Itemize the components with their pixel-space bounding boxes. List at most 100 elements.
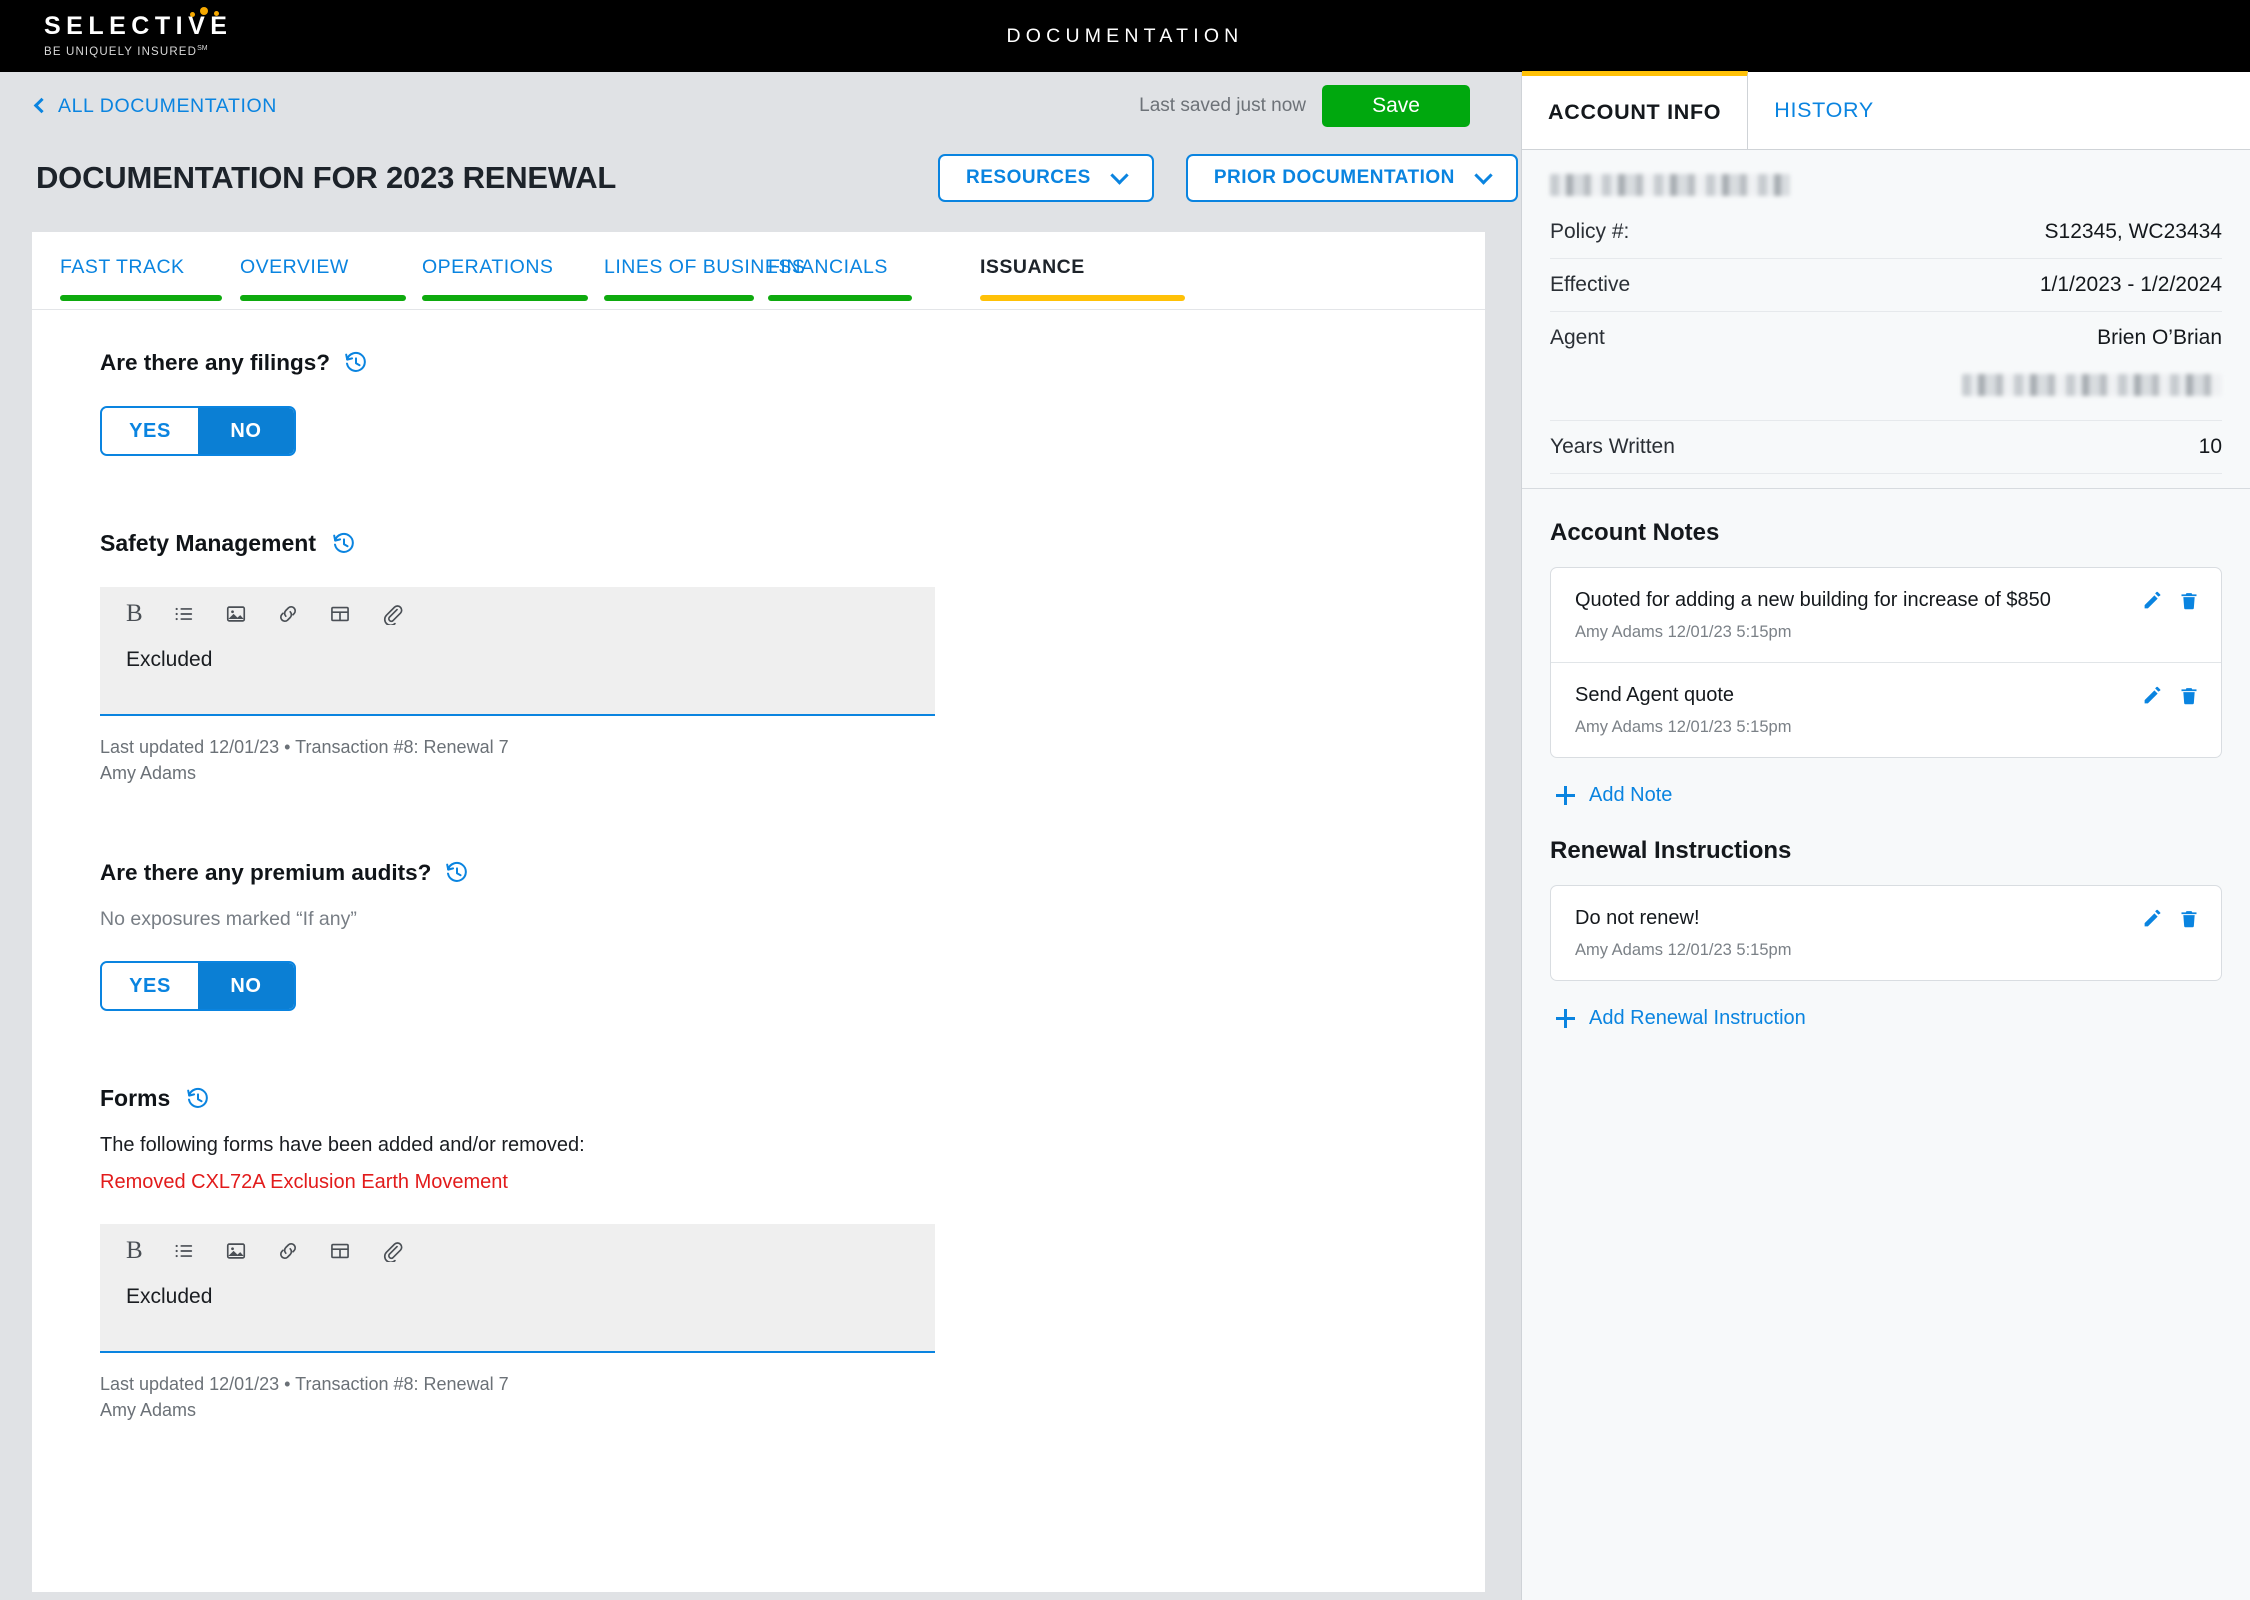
sidebar-body: Policy #: S12345, WC23434 Effective 1/1/… — [1522, 174, 2250, 1030]
forms-heading-row: Forms — [100, 1085, 1485, 1112]
renewal-instructions-title: Renewal Instructions — [1550, 837, 1792, 864]
resources-dropdown-button[interactable]: RESOURCES — [938, 154, 1154, 202]
safety-meta-line-1: Last updated 12/01/23 • Transaction #8: … — [100, 737, 509, 757]
image-icon[interactable] — [225, 1240, 247, 1262]
link-icon[interactable] — [277, 603, 299, 625]
sidebar-divider — [1522, 488, 2250, 489]
filings-yes-no-toggle[interactable]: YES NO — [100, 406, 296, 456]
tab-lines-of-business[interactable]: LINES OF BUSINESS — [604, 256, 805, 301]
tab-lines-of-business-status-bar — [604, 295, 754, 301]
note-actions — [2142, 683, 2199, 706]
tab-operations[interactable]: OPERATIONS — [422, 256, 588, 301]
tab-history[interactable]: HISTORY — [1748, 72, 1900, 149]
premium-audits-yes-no-toggle[interactable]: YES NO — [100, 961, 296, 1012]
forms-text[interactable]: Excluded — [100, 1271, 935, 1351]
attachment-icon[interactable] — [381, 1240, 403, 1262]
plus-icon — [1556, 786, 1575, 805]
bullet-list-icon[interactable] — [173, 1240, 195, 1262]
trash-icon[interactable] — [2179, 591, 2199, 611]
safety-management-heading: Safety Management — [100, 530, 317, 556]
history-clock-icon[interactable] — [186, 1087, 210, 1111]
tab-issuance-status-bar — [980, 295, 1185, 301]
trash-icon[interactable] — [2179, 909, 2199, 929]
tab-fast-track-label: FAST TRACK — [60, 256, 185, 278]
filings-question-label: Are there any filings? — [100, 350, 331, 375]
pencil-icon[interactable] — [2142, 590, 2163, 611]
table-icon[interactable] — [329, 603, 351, 625]
tab-issuance-label: ISSUANCE — [980, 256, 1085, 278]
add-renewal-instruction-button[interactable]: Add Renewal Instruction — [1556, 1007, 2222, 1030]
forms-editor[interactable]: B Excluded — [100, 1224, 935, 1354]
renewal-actions — [2142, 906, 2199, 929]
app-title: DOCUMENTATION — [1006, 24, 1244, 47]
account-row-effective-value: 1/1/2023 - 1/2/2024 — [2039, 273, 2222, 296]
premium-audits-toggle-no[interactable]: NO — [198, 963, 294, 1010]
page-title-row: DOCUMENTATION FOR 2023 RENEWAL RESOURCES… — [0, 140, 1521, 216]
account-row-years-written-value: 10 — [2198, 435, 2222, 458]
section-tabs: FAST TRACK OVERVIEW OPERATIONS LINES OF … — [32, 232, 1485, 310]
tab-financials-status-bar — [768, 295, 912, 301]
brand-name: SELECTIVE — [44, 7, 232, 39]
renewal-instructions-list: Do not renew! Amy Adams 12/01/23 5:15pm — [1550, 885, 2222, 981]
tab-overview-label: OVERVIEW — [240, 256, 349, 278]
premium-audits-subtext: No exposures marked “If any” — [100, 908, 357, 931]
note-row: Quoted for adding a new building for inc… — [1575, 588, 2199, 613]
forms-removed-item: Removed CXL72A Exclusion Earth Movement — [100, 1171, 508, 1194]
account-row-agent-value: Brien O’Brian — [2097, 326, 2222, 349]
history-clock-icon[interactable] — [344, 351, 368, 375]
save-button[interactable]: Save — [1322, 85, 1470, 127]
safety-meta-line-2: Amy Adams — [100, 763, 197, 784]
account-sidebar: ACCOUNT INFO HISTORY Policy #: S12345, W… — [1521, 71, 2250, 1600]
premium-audits-toggle-yes[interactable]: YES — [102, 963, 198, 1010]
attachment-icon[interactable] — [381, 603, 403, 625]
account-row-effective-label: Effective — [1550, 273, 1631, 296]
page-title: DOCUMENTATION FOR 2023 RENEWAL — [36, 160, 617, 195]
add-note-button[interactable]: Add Note — [1556, 784, 2222, 807]
header-actions: RESOURCES PRIOR DOCUMENTATION — [938, 154, 1518, 202]
filings-toggle-no[interactable]: NO — [198, 408, 294, 454]
prior-documentation-dropdown-button[interactable]: PRIOR DOCUMENTATION — [1185, 154, 1518, 202]
resources-label: RESOURCES — [966, 167, 1091, 188]
tab-account-info[interactable]: ACCOUNT INFO — [1522, 71, 1749, 149]
forms-meta: Last updated 12/01/23 • Transaction #8: … — [100, 1371, 1485, 1423]
history-clock-icon[interactable] — [332, 532, 356, 556]
add-renewal-instruction-label: Add Renewal Instruction — [1589, 1007, 1806, 1029]
forms-editor-toolbar: B — [100, 1224, 935, 1271]
premium-audits-question-label: Are there any premium audits? — [100, 860, 432, 886]
filings-toggle-yes[interactable]: YES — [102, 408, 198, 454]
main-column: ALL DOCUMENTATION Last saved just now Sa… — [0, 72, 1521, 1600]
tab-issuance[interactable]: ISSUANCE — [980, 256, 1185, 301]
documentation-card: FAST TRACK OVERVIEW OPERATIONS LINES OF … — [32, 232, 1485, 1592]
safety-management-text[interactable]: Excluded — [100, 634, 935, 714]
plus-icon — [1556, 1009, 1575, 1028]
forms-meta-line-1: Last updated 12/01/23 • Transaction #8: … — [100, 1374, 509, 1395]
safety-management-editor[interactable]: B Excluded — [100, 587, 935, 716]
trash-icon[interactable] — [2179, 686, 2199, 706]
breadcrumb-all-documentation[interactable]: ALL DOCUMENTATION — [33, 95, 277, 118]
safety-editor-toolbar: B — [100, 587, 935, 634]
last-saved-status: Last saved just now — [1139, 95, 1306, 116]
sidebar-tabs: ACCOUNT INFO HISTORY — [1522, 71, 2250, 150]
pencil-icon[interactable] — [2142, 685, 2163, 706]
tab-overview[interactable]: OVERVIEW — [240, 256, 406, 301]
pencil-icon[interactable] — [2142, 908, 2163, 929]
tab-financials[interactable]: FINANCIALS — [768, 256, 912, 301]
history-clock-icon[interactable] — [445, 861, 469, 885]
image-icon[interactable] — [225, 603, 247, 625]
link-icon[interactable] — [277, 1240, 299, 1262]
forms-description: The following forms have been added and/… — [100, 1134, 585, 1157]
tab-fast-track[interactable]: FAST TRACK — [60, 256, 222, 301]
page-wrapper: ALL DOCUMENTATION Last saved just now Sa… — [0, 71, 2250, 1600]
account-notes-list: Quoted for adding a new building for inc… — [1550, 567, 2222, 758]
renewal-row: Do not renew! — [1575, 906, 2199, 931]
table-icon[interactable] — [329, 1240, 351, 1262]
bullet-list-icon[interactable] — [173, 603, 195, 625]
tab-operations-label: OPERATIONS — [422, 256, 554, 278]
note-actions — [2142, 588, 2199, 611]
bold-icon[interactable]: B — [126, 601, 143, 626]
bold-icon[interactable]: B — [126, 1238, 143, 1263]
account-row-agent-label: Agent — [1550, 326, 1605, 349]
brand-dots-icon — [190, 7, 230, 17]
note-meta: Amy Adams 12/01/23 5:15pm — [1575, 718, 1792, 736]
